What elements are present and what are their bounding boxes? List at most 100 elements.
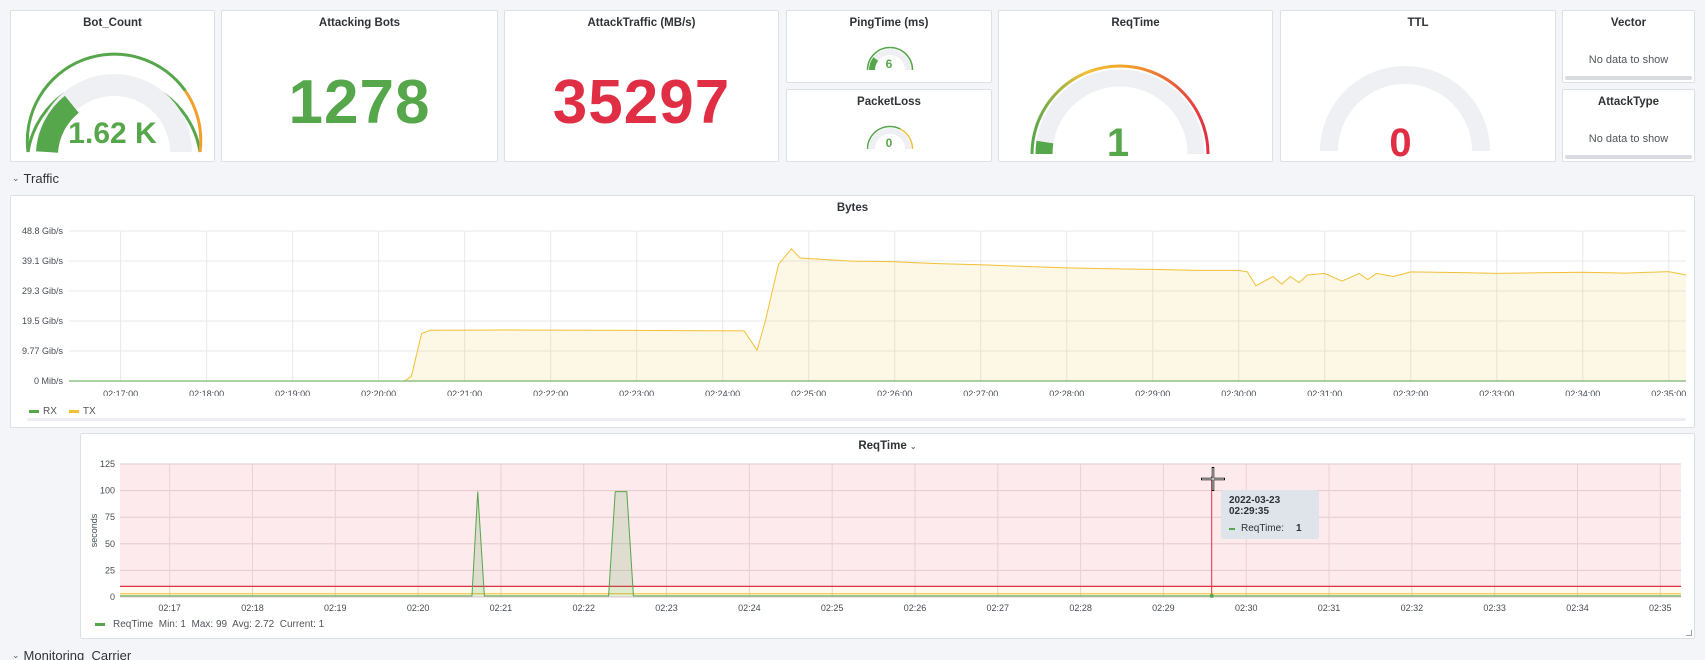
traffic-row-header[interactable]: ⌄ Traffic xyxy=(12,171,59,186)
x-tick-label: 02:19:00 xyxy=(275,389,310,396)
y-tick-label: 29.3 Gib/s xyxy=(22,286,64,296)
chevron-down-icon: ⌄ xyxy=(12,650,20,660)
y-tick-label: 48.8 Gib/s xyxy=(22,226,64,236)
x-tick-label: 02:31 xyxy=(1318,603,1341,613)
monitoring-row-label: Monitoring_Carrier xyxy=(23,648,132,660)
x-tick-label: 02:28:00 xyxy=(1049,389,1084,396)
x-tick-label: 02:29:00 xyxy=(1135,389,1170,396)
y-tick-label: 50 xyxy=(105,539,115,549)
ping-time-gauge xyxy=(866,46,914,71)
x-tick-label: 02:28 xyxy=(1069,603,1092,613)
vector-title: Vector xyxy=(1610,17,1647,29)
traffic-row-label: Traffic xyxy=(23,171,59,186)
x-tick-label: 02:29 xyxy=(1152,603,1175,613)
ttl-value: 0 xyxy=(1389,121,1413,165)
y-tick-label: 19.5 Gib/s xyxy=(22,316,64,326)
x-tick-label: 02:27:00 xyxy=(963,389,998,396)
tx-area xyxy=(69,248,1686,381)
tooltip-series: ReqTime: xyxy=(1241,523,1284,534)
threshold-red-region xyxy=(120,464,1681,587)
crosshair-cursor-icon xyxy=(1201,467,1225,491)
x-tick-label: 02:20 xyxy=(407,603,430,613)
x-tick-label: 02:18 xyxy=(241,603,264,613)
x-tick-label: 02:23:00 xyxy=(619,389,654,396)
ttl-panel[interactable]: TTL 0 xyxy=(1280,10,1556,165)
tooltip-row: ReqTime: 1 xyxy=(1229,523,1311,534)
attacking-bots-value: 1278 xyxy=(288,68,431,137)
x-tick-label: 02:30 xyxy=(1235,603,1258,613)
tooltip-swatch xyxy=(1229,527,1235,530)
attack-type-panel[interactable]: AttackType No data to show xyxy=(1562,89,1695,162)
reqtime-legend-text[interactable]: ReqTime Min: 1 Max: 99 Avg: 2.72 Current… xyxy=(113,619,324,630)
reqtime-tooltip: 2022-03-23 02:29:35 ReqTime: 1 xyxy=(1221,490,1319,539)
x-tick-label: 02:32 xyxy=(1401,603,1424,613)
bytes-chart: 0 Mib/s 9.77 Gib/s 19.5 Gib/s 29.3 Gib/s 39.… xyxy=(22,226,1686,396)
req-time-value: 1 xyxy=(1106,121,1131,165)
x-tick-label: 02:22 xyxy=(572,603,595,613)
tooltip-value: 1 xyxy=(1295,523,1302,534)
threshold-yellow-region xyxy=(120,586,1681,594)
x-tick-label: 02:33:00 xyxy=(1479,389,1514,396)
x-tick-label: 02:26:00 xyxy=(877,389,912,396)
y-tick-label: 0 xyxy=(110,592,115,602)
legend-item-tx[interactable]: TX xyxy=(68,406,96,417)
y-tick-label: 100 xyxy=(100,486,115,496)
ping-time-value: 6 xyxy=(885,57,893,71)
x-tick-label: 02:26 xyxy=(904,603,927,613)
y-tick-label: 25 xyxy=(105,565,115,575)
ping-time-panel[interactable]: PingTime (ms) 6 xyxy=(786,10,992,83)
reqtime-swatch xyxy=(95,623,105,626)
x-tick-label: 02:20:00 xyxy=(361,389,396,396)
x-tick-label: 02:24 xyxy=(738,603,761,613)
bytes-scrollbar[interactable] xyxy=(27,418,1686,421)
x-tick-label: 02:19 xyxy=(324,603,347,613)
attack-traffic-value: 35297 xyxy=(552,68,731,137)
x-tick-label: 02:27 xyxy=(987,603,1010,613)
x-tick-label: 02:31:00 xyxy=(1307,389,1342,396)
hover-point xyxy=(1209,593,1214,598)
x-tick-label: 02:25:00 xyxy=(791,389,826,396)
x-tick-label: 02:24:00 xyxy=(705,389,740,396)
rx-swatch xyxy=(29,409,39,413)
x-tick-label: 02:33 xyxy=(1483,603,1506,613)
vector-scrollbar[interactable] xyxy=(1565,76,1692,80)
req-time-panel[interactable]: ReqTime 1 xyxy=(998,10,1273,165)
x-tick-label: 02:23 xyxy=(655,603,678,613)
reqtime-panel[interactable]: ReqTime ⌄ 0 25 50 75 100 125 02:17 02:18 02:19 02… xyxy=(80,433,1695,639)
monitoring-row-header[interactable]: ⌄ Monitoring_Carrier xyxy=(12,648,131,660)
y-tick-label: 0 Mib/s xyxy=(34,376,64,386)
attack-type-title: AttackType xyxy=(1597,96,1660,108)
bytes-legend: RX TX xyxy=(29,406,96,417)
attacking-bots-title: Attacking Bots xyxy=(318,17,401,29)
y-tick-label: 75 xyxy=(105,512,115,522)
tx-swatch xyxy=(68,409,79,413)
x-tick-label: 02:17 xyxy=(158,603,181,613)
packet-loss-gauge xyxy=(866,125,914,150)
bytes-panel[interactable]: Bytes 0 Mib/s 9.77 Gib/s 19.5 Gib/s 29.3 Gi… xyxy=(10,195,1695,428)
attack-type-scrollbar[interactable] xyxy=(1565,155,1692,159)
legend-rx-label: RX xyxy=(43,406,57,417)
x-tick-label: 02:35:00 xyxy=(1651,389,1686,396)
attack-traffic-panel[interactable]: AttackTraffic (MB/s) 35297 xyxy=(504,10,779,162)
panel-resize-handle[interactable] xyxy=(1686,630,1692,636)
attack-traffic-title: AttackTraffic (MB/s) xyxy=(587,17,696,29)
chevron-down-icon: ⌄ xyxy=(12,173,20,183)
x-tick-label: 02:21 xyxy=(490,603,513,613)
packet-loss-panel[interactable]: PacketLoss 0 xyxy=(786,89,992,162)
vector-no-data: No data to show xyxy=(1588,54,1669,66)
x-tick-label: 02:35 xyxy=(1649,603,1672,613)
x-tick-label: 02:32:00 xyxy=(1393,389,1428,396)
x-tick-label: 02:21:00 xyxy=(447,389,482,396)
x-tick-label: 02:34 xyxy=(1566,603,1589,613)
attacking-bots-panel[interactable]: Attacking Bots 1278 xyxy=(221,10,498,162)
bot-count-panel[interactable]: Bot_Count 1.62 K xyxy=(10,10,215,162)
reqtime-chart: 0 25 50 75 100 125 02:17 02:18 02:19 02:20 02:21 02… xyxy=(89,459,1681,613)
y-tick-label: 125 xyxy=(100,459,115,469)
x-tick-label: 02:18:00 xyxy=(189,389,224,396)
y-tick-label: 39.1 Gib/s xyxy=(22,256,64,266)
legend-item-rx[interactable]: RX xyxy=(29,406,57,417)
tooltip-date: 2022-03-23 02:29:35 xyxy=(1229,495,1281,517)
attack-type-no-data: No data to show xyxy=(1588,133,1669,145)
vector-panel[interactable]: Vector No data to show xyxy=(1562,10,1695,83)
x-tick-label: 02:34:00 xyxy=(1565,389,1600,396)
